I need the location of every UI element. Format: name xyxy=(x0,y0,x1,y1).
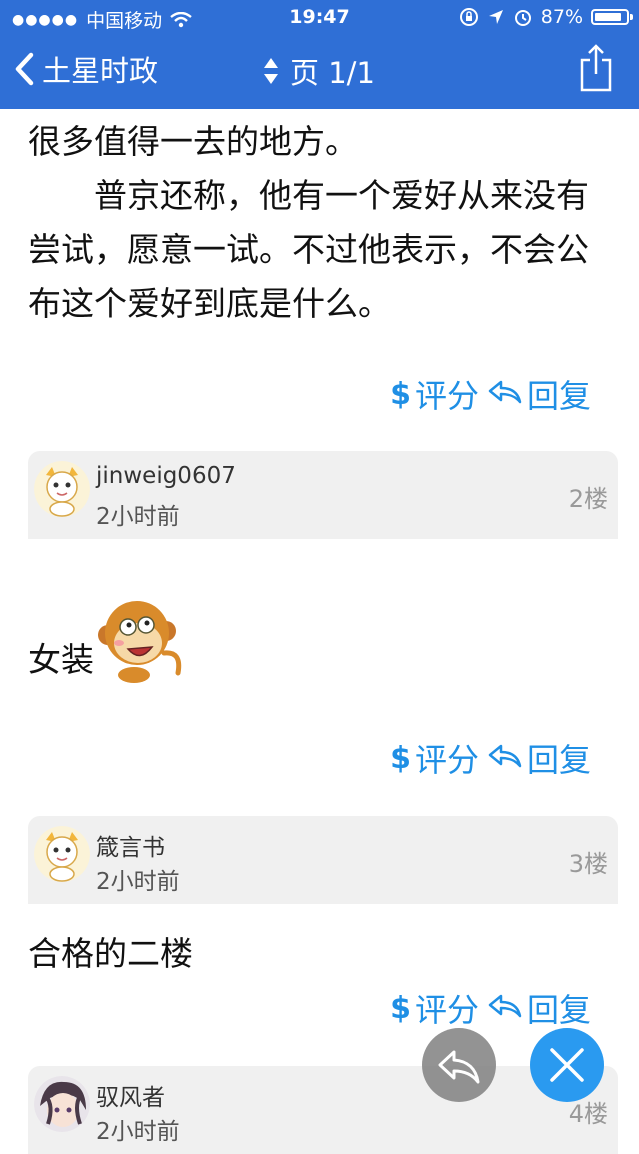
back-button[interactable]: 土星时政 xyxy=(12,48,158,90)
avatar[interactable] xyxy=(34,1076,90,1132)
post-actions: $ 评分 回复 xyxy=(390,735,591,781)
close-icon xyxy=(550,1048,584,1082)
rate-label: 评分 xyxy=(414,741,479,779)
floating-close-button[interactable] xyxy=(530,1028,604,1102)
post-header: 箴言书 2小时前 3楼 xyxy=(28,816,618,904)
reply-label: 回复 xyxy=(526,741,591,779)
reply-label: 回复 xyxy=(526,377,591,415)
share-icon[interactable] xyxy=(579,44,613,92)
post-text: 女装 xyxy=(28,640,94,679)
battery-percent: 87% xyxy=(540,6,583,28)
app-header: ●●●●● 中国移动 19:47 87% 土星时政 页 1/1 xyxy=(0,0,639,109)
dollar-icon: $ xyxy=(390,990,411,1026)
alarm-icon xyxy=(514,10,531,26)
rate-button[interactable]: $ 评分 xyxy=(390,735,479,781)
post-3-body: 合格的二楼 xyxy=(28,927,193,975)
rotation-lock-icon xyxy=(459,8,478,26)
post-header: jinweig0607 2小时前 2楼 xyxy=(28,451,618,539)
floating-reply-button[interactable] xyxy=(422,1028,496,1102)
sort-arrows-icon xyxy=(264,58,278,84)
username[interactable]: 箴言书 xyxy=(96,828,165,862)
username[interactable]: jinweig0607 xyxy=(96,463,236,489)
post-2-body: 女装 xyxy=(28,593,184,683)
dollar-icon: $ xyxy=(390,740,411,776)
location-arrow-icon xyxy=(488,10,503,24)
nav-bar: 土星时政 页 1/1 xyxy=(0,40,639,104)
battery-level xyxy=(595,13,621,21)
reply-arrow-icon xyxy=(438,1050,480,1084)
reply-button[interactable]: 回复 xyxy=(487,985,591,1031)
reply-arrow-icon xyxy=(487,375,523,413)
reply-label: 回复 xyxy=(526,991,591,1029)
reply-button[interactable]: 回复 xyxy=(487,371,591,417)
battery-icon xyxy=(591,9,633,25)
post-time: 2小时前 xyxy=(96,1119,180,1145)
post-text: 合格的二楼 xyxy=(28,934,193,973)
floor-number: 2楼 xyxy=(568,485,608,513)
rate-button[interactable]: $ 评分 xyxy=(390,985,479,1031)
page-label: 页 1/1 xyxy=(290,56,375,90)
avatar[interactable] xyxy=(34,826,90,882)
reply-button[interactable]: 回复 xyxy=(487,735,591,781)
reply-arrow-icon xyxy=(487,989,523,1027)
article-line: 很多值得一去的地方。 xyxy=(28,122,358,161)
post-time: 2小时前 xyxy=(96,504,180,530)
avatar[interactable] xyxy=(34,461,90,517)
article-paragraph: 普京还称，他有一个爱好从来没有尝试，愿意一试。不过他表示，不会公布这个爱好到底是… xyxy=(28,176,589,323)
floor-number: 3楼 xyxy=(568,850,608,878)
rate-button[interactable]: $ 评分 xyxy=(390,371,479,417)
username[interactable]: 驭风者 xyxy=(96,1078,165,1112)
chevron-left-icon xyxy=(15,52,34,86)
reply-arrow-icon xyxy=(487,739,523,777)
post-actions: $ 评分 回复 xyxy=(390,371,591,417)
back-label: 土星时政 xyxy=(42,54,159,88)
rate-label: 评分 xyxy=(414,991,479,1029)
rate-label: 评分 xyxy=(414,377,479,415)
monkey-emoticon xyxy=(98,601,182,683)
post-1-body: 很多值得一去的地方。 普京还称，他有一个爱好从来没有尝试，愿意一试。不过他表示，… xyxy=(28,115,618,331)
status-bar: ●●●●● 中国移动 19:47 87% xyxy=(0,0,639,36)
post-actions: $ 评分 回复 xyxy=(390,985,591,1031)
post-time: 2小时前 xyxy=(96,869,180,895)
dollar-icon: $ xyxy=(390,376,411,412)
page-selector[interactable]: 页 1/1 xyxy=(262,50,375,92)
